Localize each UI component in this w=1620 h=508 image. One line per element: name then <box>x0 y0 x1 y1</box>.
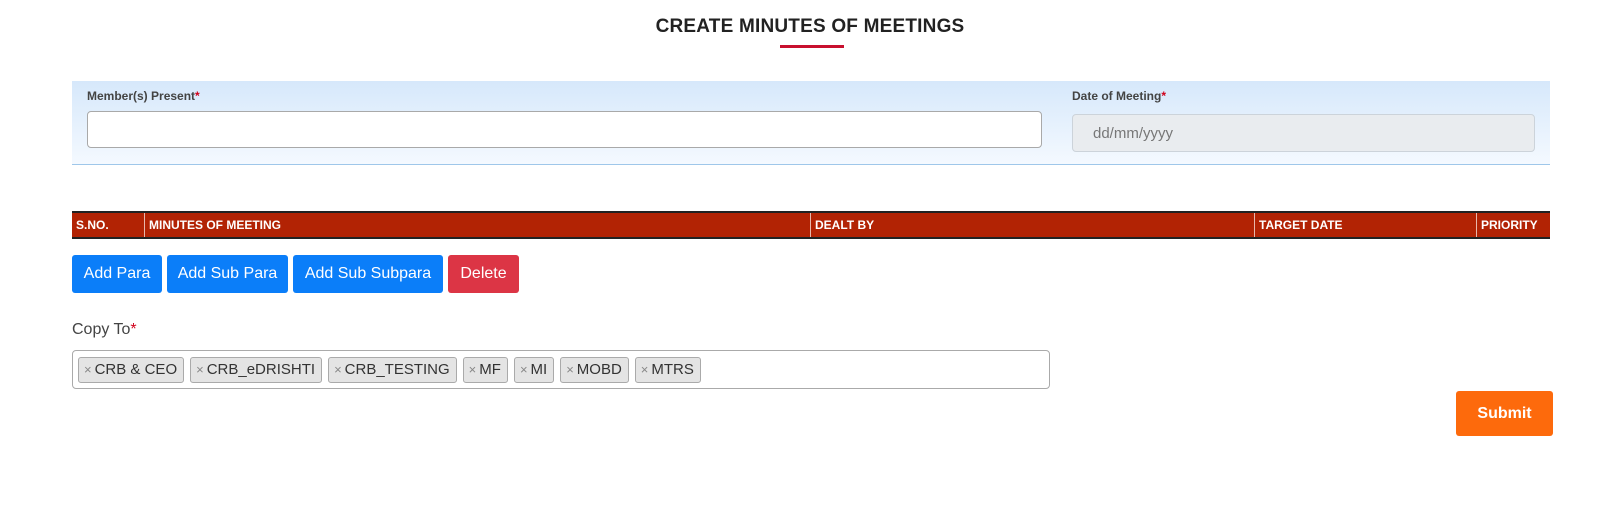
remove-tag-icon[interactable]: × <box>469 362 477 377</box>
recipient-tag-label: MOBD <box>576 361 622 378</box>
add-para-button[interactable]: Add Para <box>72 255 162 293</box>
recipient-tag-label: CRB_eDRISHTI <box>206 361 316 378</box>
remove-tag-icon[interactable]: × <box>196 362 204 377</box>
members-present-label: Member(s) Present* <box>87 89 200 103</box>
required-mark: * <box>1161 89 1167 103</box>
col-minutes: MINUTES OF MEETING <box>145 213 811 237</box>
col-dealt-by: DEALT BY <box>811 213 1255 237</box>
recipient-tag: × CRB & CEO <box>78 356 185 383</box>
date-placeholder: dd/mm/yyyy <box>1093 124 1174 142</box>
recipient-tag: × MOBD <box>560 356 629 383</box>
date-of-meeting-label: Date of Meeting* <box>1072 89 1166 103</box>
recipient-tag-label: MF <box>479 361 501 378</box>
recipient-tag-label: MI <box>530 361 548 378</box>
recipient-tag: × CRB_TESTING <box>328 356 457 383</box>
title-underline <box>780 45 844 48</box>
recipient-tag: × MF <box>462 356 508 383</box>
date-of-meeting-label-text: Date of Meeting <box>1072 89 1162 103</box>
remove-tag-icon[interactable]: × <box>520 362 528 377</box>
page-title: CREATE MINUTES OF MEETINGS <box>655 16 965 37</box>
copy-to-label: Copy To* <box>72 321 137 339</box>
recipient-tag: × MTRS <box>634 356 701 383</box>
remove-tag-icon[interactable]: × <box>641 362 649 377</box>
members-present-input[interactable] <box>87 111 1042 148</box>
add-sub-para-button[interactable]: Add Sub Para <box>167 255 288 293</box>
minutes-table-header: S.NO. MINUTES OF MEETING DEALT BY TARGET… <box>72 211 1550 239</box>
recipient-tag: × CRB_eDRISHTI <box>190 356 323 383</box>
submit-button[interactable]: Submit <box>1456 391 1553 436</box>
add-sub-subpara-button[interactable]: Add Sub Subpara <box>293 255 443 293</box>
date-of-meeting-input[interactable]: dd/mm/yyyy <box>1072 114 1535 152</box>
remove-tag-icon[interactable]: × <box>84 362 92 377</box>
col-target-date: TARGET DATE <box>1255 213 1477 237</box>
recipient-tag-label: CRB_TESTING <box>344 361 450 378</box>
copy-to-multiselect[interactable]: × CRB & CEO × CRB_eDRISHTI × CRB_TESTING × M… <box>72 350 1050 389</box>
remove-tag-icon[interactable]: × <box>334 362 342 377</box>
required-mark: * <box>195 89 200 103</box>
members-present-label-text: Member(s) Present <box>87 89 196 103</box>
copy-to-label-text: Copy To <box>72 321 131 338</box>
required-mark: * <box>130 321 137 338</box>
remove-tag-icon[interactable]: × <box>566 362 574 377</box>
recipient-tag-label: MTRS <box>651 361 694 378</box>
recipient-tag-label: CRB & CEO <box>94 361 178 378</box>
recipient-tag: × MI <box>513 356 555 383</box>
meeting-details-panel: Member(s) Present* Date of Meeting* dd/m… <box>72 81 1550 165</box>
delete-button[interactable]: Delete <box>448 255 519 293</box>
col-sno: S.NO. <box>72 213 145 237</box>
col-priority: PRIORITY <box>1481 218 1538 232</box>
